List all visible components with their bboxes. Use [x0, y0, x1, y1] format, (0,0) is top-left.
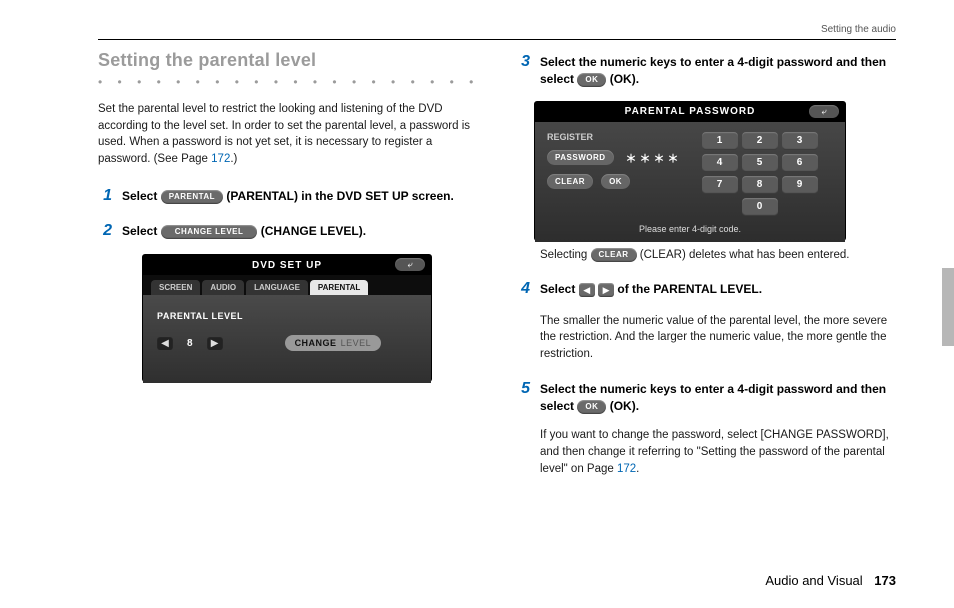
dotted-separator: • • • • • • • • • • • • • • • • • • • • … [98, 75, 478, 89]
clear-button: CLEAR [547, 174, 593, 189]
password-field: ＊＊＊＊ [622, 150, 686, 166]
key-4: 4 [702, 154, 738, 172]
parental-level-label: PARENTAL LEVEL [157, 311, 417, 321]
register-label: REGISTER [547, 132, 686, 142]
section-title: Setting the parental level [98, 50, 478, 71]
arrow-left-icon: ◀ [579, 283, 595, 297]
page-footer: Audio and Visual 173 [765, 573, 896, 588]
prompt-message: Please enter 4-digit code. [547, 224, 833, 236]
key-1: 1 [702, 132, 738, 150]
step-2: 2 Select CHANGE LEVEL (CHANGE LEVEL). [98, 219, 478, 242]
key-9: 9 [782, 176, 818, 194]
key-7: 7 [702, 176, 738, 194]
key-3: 3 [782, 132, 818, 150]
running-head: Setting the audio [821, 24, 896, 35]
arrow-right-icon: ▶ [598, 283, 614, 297]
page-link-172[interactable]: 172 [211, 153, 230, 165]
chapter-name: Audio and Visual [765, 573, 862, 588]
numeric-keypad: 1 2 3 4 5 6 7 8 9 0 [702, 132, 818, 216]
header-divider [98, 39, 896, 40]
tab-audio: AUDIO [202, 280, 244, 295]
arrow-right-icon: ▶ [207, 336, 223, 350]
ok-button: OK [601, 174, 630, 189]
screen1-tabs: SCREEN AUDIO LANGUAGE PARENTAL [143, 275, 431, 295]
step-number: 5 [516, 377, 530, 400]
back-icon: ⤶ [809, 105, 839, 118]
ok-pill: OK [577, 400, 606, 414]
password-button: PASSWORD [547, 150, 614, 165]
step-number: 1 [98, 184, 112, 207]
change-level-pill: CHANGE LEVEL [161, 225, 258, 239]
key-5: 5 [742, 154, 778, 172]
screen1-title: DVD SET UP [252, 260, 322, 271]
page-number: 173 [874, 573, 896, 588]
step-number: 3 [516, 50, 530, 73]
parental-password-screenshot: PARENTAL PASSWORD ⤶ REGISTER PASSWORD ＊＊… [534, 101, 846, 241]
key-0: 0 [742, 198, 778, 216]
step-3-note: Selecting CLEAR (CLEAR) deletes what has… [540, 247, 896, 264]
change-level-button: CHANGELEVEL [285, 335, 382, 351]
step-4: 4 Select ◀ ▶ of the PARENTAL LEVEL. [516, 277, 896, 300]
tab-parental: PARENTAL [310, 280, 368, 295]
parental-pill: PARENTAL [161, 190, 223, 204]
intro-paragraph: Set the parental level to restrict the l… [98, 101, 478, 168]
clear-pill: CLEAR [591, 248, 637, 262]
section-thumb-tab [942, 268, 954, 346]
step-4-note: The smaller the numeric value of the par… [540, 313, 896, 363]
parental-level-value: 8 [183, 338, 197, 349]
key-6: 6 [782, 154, 818, 172]
tab-screen: SCREEN [151, 280, 200, 295]
step-5-note: If you want to change the password, sele… [540, 427, 896, 477]
back-icon: ⤶ [395, 258, 425, 271]
key-2: 2 [742, 132, 778, 150]
step-number: 2 [98, 219, 112, 242]
dvd-setup-screenshot: DVD SET UP ⤶ SCREEN AUDIO LANGUAGE PAREN… [142, 254, 432, 382]
step-5: 5 Select the numeric keys to enter a 4-d… [516, 377, 896, 416]
page-link-172b[interactable]: 172 [617, 463, 636, 475]
step-1: 1 Select PARENTAL (PARENTAL) in the DVD … [98, 184, 478, 207]
screen2-title: PARENTAL PASSWORD [625, 106, 756, 117]
tab-language: LANGUAGE [246, 280, 308, 295]
key-8: 8 [742, 176, 778, 194]
step-3: 3 Select the numeric keys to enter a 4-d… [516, 50, 896, 89]
arrow-left-icon: ◀ [157, 336, 173, 350]
ok-pill: OK [577, 73, 606, 87]
step-number: 4 [516, 277, 530, 300]
